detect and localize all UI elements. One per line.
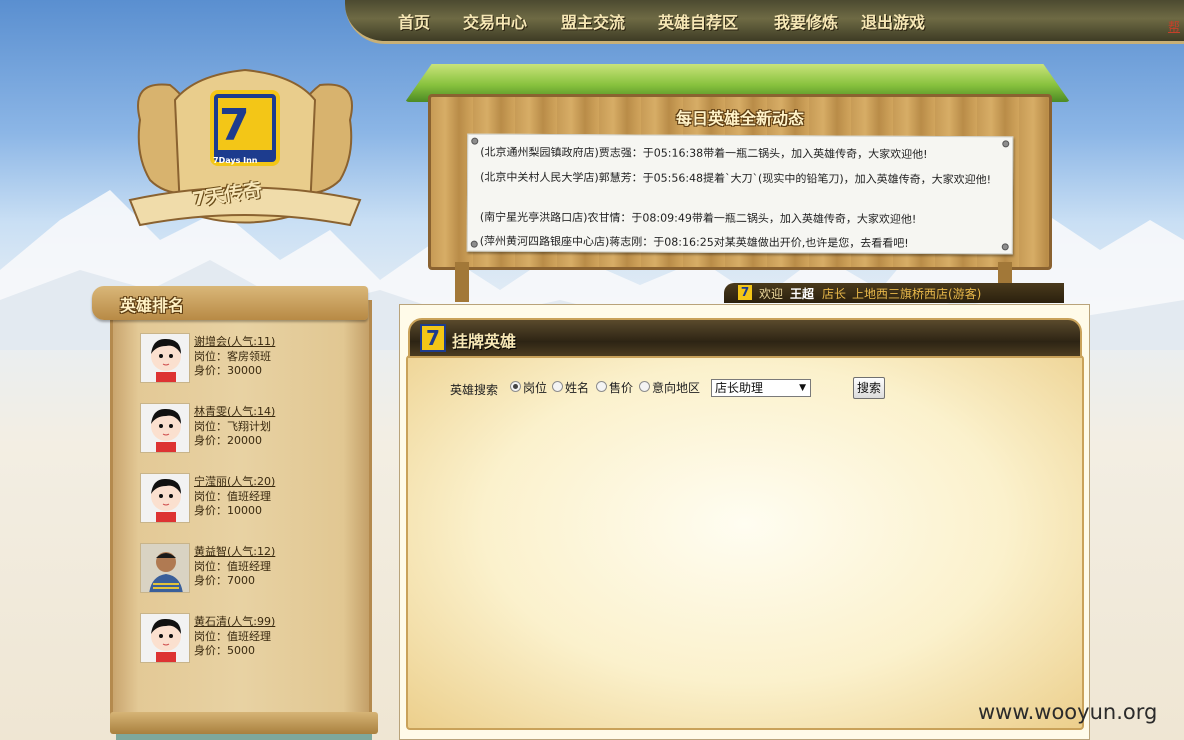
welcome-store: 上地西三旗桥西店(游客) (852, 287, 982, 301)
nav-hero-recommend[interactable]: 英雄自荐区 (658, 9, 738, 33)
hero-search-label: 英雄搜索 (450, 383, 499, 397)
ranking-name-link[interactable]: 林青雯(人气:14) (194, 403, 275, 419)
board-post (455, 262, 469, 302)
pin-icon (1002, 140, 1010, 148)
position-select[interactable]: 店长助理 ▼ (711, 379, 811, 397)
radio-region[interactable] (639, 381, 650, 392)
nav-home[interactable]: 首页 (398, 9, 430, 33)
main-panel-title: 挂牌英雄 (452, 332, 517, 351)
radio-price-label[interactable]: 售价 (609, 379, 633, 396)
nav-exit-game[interactable]: 退出游戏 (861, 9, 925, 33)
ranking-price: 身价：10000 (194, 504, 262, 517)
ranking-name-link[interactable]: 黄石清(人气:99) (194, 613, 275, 629)
news-item: (南宁星光亭洪路口店)农甘情：于08:09:49带着一瓶二锅头，加入英雄传奇，大… (479, 210, 917, 226)
news-item: (北京中关村人民大学店)郭慧芳：于05:56:48提着`大刀`(现实中的铅笔刀)… (480, 170, 992, 187)
news-item: (北京通州梨园镇政府店)贾志强：于05:16:38带着一瓶二锅头，加入英雄传奇，… (480, 145, 928, 161)
ranking-price: 身价：5000 (194, 644, 255, 657)
help-link[interactable]: 帮 (1168, 18, 1180, 35)
ranking-item[interactable]: 林青雯(人气:14) 岗位：飞翔计划 身价：20000 (140, 403, 360, 455)
ranking-item[interactable]: 黄石清(人气:99) 岗位：值班经理 身价：5000 (140, 613, 360, 665)
radio-position[interactable] (510, 381, 521, 392)
search-button[interactable]: 搜索 (853, 377, 885, 399)
ranking-name-link[interactable]: 宁滢丽(人气:20) (194, 473, 275, 489)
hero-list-area (406, 355, 1084, 730)
nav-training[interactable]: 我要修炼 (774, 9, 838, 33)
avatar-icon[interactable] (140, 473, 190, 523)
ranking-item[interactable]: 宁滢丽(人气:20) 岗位：值班经理 身价：10000 (140, 473, 360, 525)
brand-seven-icon: 7 (420, 324, 446, 352)
ranking-item[interactable]: 谢增会(人气:11) 岗位：客房领班 身价：30000 (140, 333, 360, 385)
avatar-icon[interactable] (140, 403, 190, 453)
ranking-name-link[interactable]: 黄益智(人气:12) (194, 543, 275, 559)
welcome-username: 王超 (790, 287, 815, 301)
pin-icon (471, 137, 479, 145)
pin-icon (470, 240, 478, 248)
nav-league-exchange[interactable]: 盟主交流 (561, 9, 625, 33)
avatar-icon[interactable] (140, 613, 190, 663)
ranking-price: 身价：7000 (194, 574, 255, 587)
nav-trade-center[interactable]: 交易中心 (463, 9, 527, 33)
logo-seven-glyph: 7 (219, 100, 250, 151)
welcome-role: 店长 (822, 287, 847, 301)
ranking-price: 身价：30000 (194, 364, 262, 377)
ranking-title: 英雄排名 (120, 296, 185, 315)
watermark: www.wooyun.org (978, 700, 1158, 724)
ranking-footer (110, 712, 378, 734)
ranking-footer-strip (116, 734, 372, 740)
ranking-item[interactable]: 黄益智(人气:12) 岗位：值班经理 身价：7000 (140, 543, 360, 595)
radio-region-label[interactable]: 意向地区 (652, 379, 700, 396)
position-select-value: 店长助理 (715, 381, 764, 395)
radio-price[interactable] (596, 381, 607, 392)
radio-name[interactable] (552, 381, 563, 392)
radio-name-label[interactable]: 姓名 (565, 379, 589, 396)
news-board-title: 每日英雄全新动态 (675, 109, 804, 128)
radio-position-label[interactable]: 岗位 (523, 379, 547, 396)
ranking-name-link[interactable]: 谢增会(人气:11) (194, 333, 275, 349)
dropdown-arrow-icon: ▼ (799, 383, 806, 393)
ranking-price: 身价：20000 (194, 434, 262, 447)
logo-brand-name: 7Days Inn (213, 156, 258, 165)
avatar-photo[interactable] (140, 543, 190, 593)
news-item: (萍州黄河四路银座中心店)蒋志刚：于08:16:25对某英雄做出开价,也许是您，… (479, 234, 909, 250)
brand-seven-icon: 7 (738, 285, 752, 300)
avatar-icon[interactable] (140, 333, 190, 383)
news-paper: (北京通州梨园镇政府店)贾志强：于05:16:38带着一瓶二锅头，加入英雄传奇，… (466, 133, 1014, 255)
news-board: 每日英雄全新动态 (北京通州梨园镇政府店)贾志强：于05:16:38带着一瓶二锅… (428, 94, 1052, 270)
welcome-prefix: 欢迎 (759, 287, 784, 301)
